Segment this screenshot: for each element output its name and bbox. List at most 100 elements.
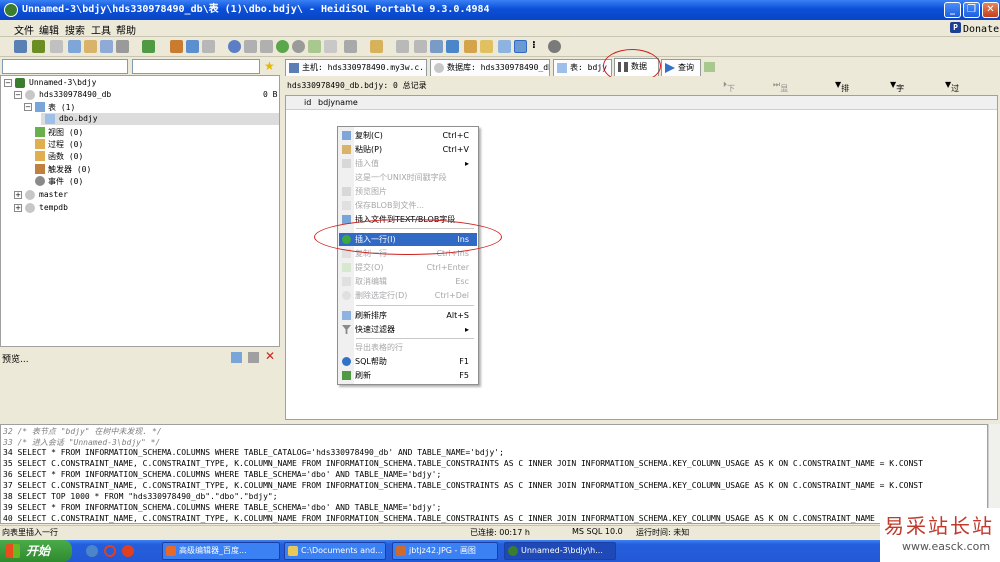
show-desktop-icon[interactable] (86, 545, 98, 557)
tree-views[interactable]: 视图 (0) (48, 127, 83, 138)
save-sql-icon[interactable] (396, 40, 409, 53)
column-header-bdjyname[interactable]: bdjyname (318, 98, 358, 107)
menu-help[interactable]: 帮助 (116, 22, 136, 37)
session-manager-icon[interactable] (14, 40, 27, 53)
log-toggle-icon[interactable] (514, 40, 527, 53)
donate-label: Donate (963, 24, 1000, 35)
database-filter-input[interactable] (2, 59, 128, 74)
copy-preview-icon[interactable] (231, 352, 242, 363)
menu-tools[interactable]: 工具 (91, 22, 111, 37)
user-manager-icon[interactable] (170, 40, 183, 53)
new-query-tab-icon[interactable] (704, 62, 715, 72)
views-icon (35, 127, 45, 137)
menu-item-post[interactable]: 提交(O) Ctrl+Enter (339, 261, 477, 274)
tree-procedures[interactable]: 过程 (0) (48, 139, 83, 150)
collapse-icon[interactable]: − (14, 91, 22, 99)
columns-button[interactable]: ▼ 字段 (890, 80, 904, 104)
star-icon[interactable]: ★ (264, 59, 275, 73)
minimize-button[interactable]: _ (944, 2, 961, 18)
menu-file[interactable]: 文件 (14, 22, 34, 37)
collapse-icon[interactable]: − (4, 79, 12, 87)
undo-icon[interactable] (100, 40, 113, 53)
query-snippet-icon[interactable] (430, 40, 443, 53)
menu-item-refresh[interactable]: 刷新 F5 (339, 369, 477, 382)
menu-item-delete-rows[interactable]: 删除选定行(D) Ctrl+Del (339, 289, 477, 302)
tree-database[interactable]: hds330978490_db (39, 90, 111, 99)
disconnect-icon[interactable] (50, 40, 63, 53)
browser-icon[interactable] (104, 545, 116, 557)
format-sql-icon[interactable] (446, 40, 459, 53)
expand-icon[interactable]: + (14, 204, 22, 212)
tree-master[interactable]: master (39, 190, 68, 199)
export-icon[interactable] (202, 40, 215, 53)
taskbar-item-paint[interactable]: jbtjz42.JPG - 画图 (392, 542, 498, 560)
tab-query[interactable]: 查询 (661, 59, 701, 76)
menu-item-unix-timestamp[interactable]: 这是一个UNIX时间戳字段 (339, 171, 477, 184)
menu-search[interactable]: 搜索 (65, 22, 85, 37)
tree-table-bdjy[interactable]: dbo.bdjy (59, 114, 98, 123)
title-bar: Unnamed-3\bdjy\hds330978490_db\表 (1)\dbo… (0, 0, 1000, 20)
insert-record-icon[interactable] (276, 40, 289, 53)
delete-record-icon[interactable] (292, 40, 305, 53)
print-icon[interactable] (116, 40, 129, 53)
menu-item-refresh-sort[interactable]: 刷新排序 Alt+S (339, 309, 477, 322)
tree-functions[interactable]: 函数 (0) (48, 151, 83, 162)
watermark-cn: 易采站长站 (884, 514, 994, 538)
menu-item-paste[interactable]: 粘贴(P) Ctrl+V (339, 143, 477, 156)
load-sql-icon[interactable] (414, 40, 427, 53)
collapse-icon[interactable]: − (24, 103, 32, 111)
menu-item-copy[interactable]: 复制(C) Ctrl+C (339, 129, 477, 142)
menu-item-cancel-edit[interactable]: 取消编辑 Esc (339, 275, 477, 288)
tree-events[interactable]: 事件 (0) (48, 176, 83, 187)
paste-icon[interactable] (84, 40, 97, 53)
save-preview-icon[interactable] (248, 352, 259, 363)
expand-icon[interactable]: + (14, 191, 22, 199)
menu-edit[interactable]: 编辑 (39, 22, 59, 37)
sql-log[interactable]: 32 /* 表节点 "bdjy" 在树中未发现. */ 33 /* 进入会话 "… (0, 424, 988, 524)
menu-item-sql-help[interactable]: SQL帮助 F1 (339, 355, 477, 368)
help-icon[interactable] (228, 40, 241, 53)
column-header-id[interactable]: id (304, 98, 311, 107)
maximize-button[interactable]: ❐ (963, 2, 980, 18)
filters-button[interactable]: ▼ 过滤器 (945, 80, 959, 115)
sort-button[interactable]: ▼ 排序 (835, 80, 849, 104)
tree-tables[interactable]: 表 (1) (48, 102, 75, 113)
stop-icon[interactable] (548, 40, 561, 53)
table-filter-input[interactable] (132, 59, 260, 74)
replace-icon[interactable] (480, 40, 493, 53)
tree-tempdb[interactable]: tempdb (39, 203, 68, 212)
copy-icon[interactable] (68, 40, 81, 53)
show-all-button[interactable]: ⏭ 显示所有 (773, 80, 788, 126)
run-icon[interactable] (344, 40, 357, 53)
wordwrap-icon[interactable] (498, 40, 511, 53)
menu-item-preview-image[interactable]: 预览图片 (339, 185, 477, 198)
donate-button[interactable]: P Donate (950, 22, 999, 35)
tab-host[interactable]: 主机: hds330978490.my3w.c... (285, 59, 427, 76)
close-button[interactable]: ✕ (982, 2, 999, 18)
menu-item-save-blob[interactable]: 保存BLOB到文件... (339, 199, 477, 212)
taskbar-item-explorer[interactable]: C:\Documents and... (284, 542, 386, 560)
next-button[interactable]: ⏵ 下一个 (723, 80, 735, 115)
connect-icon[interactable] (32, 40, 45, 53)
post-icon[interactable] (308, 40, 321, 53)
last-record-icon[interactable] (260, 40, 273, 53)
cancel-icon[interactable] (324, 40, 337, 53)
first-record-icon[interactable] (244, 40, 257, 53)
tree-triggers[interactable]: 触发器 (0) (48, 164, 91, 175)
find-icon[interactable] (464, 40, 477, 53)
refresh-icon[interactable] (142, 40, 155, 53)
menu-item-export-rows[interactable]: 导出表格的行 (339, 341, 477, 354)
taskbar-item-heidisql[interactable]: Unnamed-3\bdjy\h... (504, 542, 616, 560)
maintenance-icon[interactable] (186, 40, 199, 53)
more-icon[interactable]: ⁝ (532, 40, 545, 53)
menu-item-insert-value[interactable]: 插入值 ▸ (339, 157, 477, 170)
tree-session[interactable]: Unnamed-3\bdjy (29, 78, 96, 87)
taskbar-item-browser[interactable]: 高级编辑器_百度... (162, 542, 280, 560)
app-icon[interactable] (122, 545, 134, 557)
close-preview-icon[interactable]: ✕ (265, 349, 275, 363)
start-button[interactable]: 开始 (0, 540, 72, 562)
menu-item-quick-filter[interactable]: 快速过滤器 ▸ (339, 323, 477, 336)
tab-database[interactable]: 数据库: hds330978490_db (430, 59, 550, 76)
heidisql-app-icon (4, 3, 18, 17)
explain-icon[interactable] (370, 40, 383, 53)
